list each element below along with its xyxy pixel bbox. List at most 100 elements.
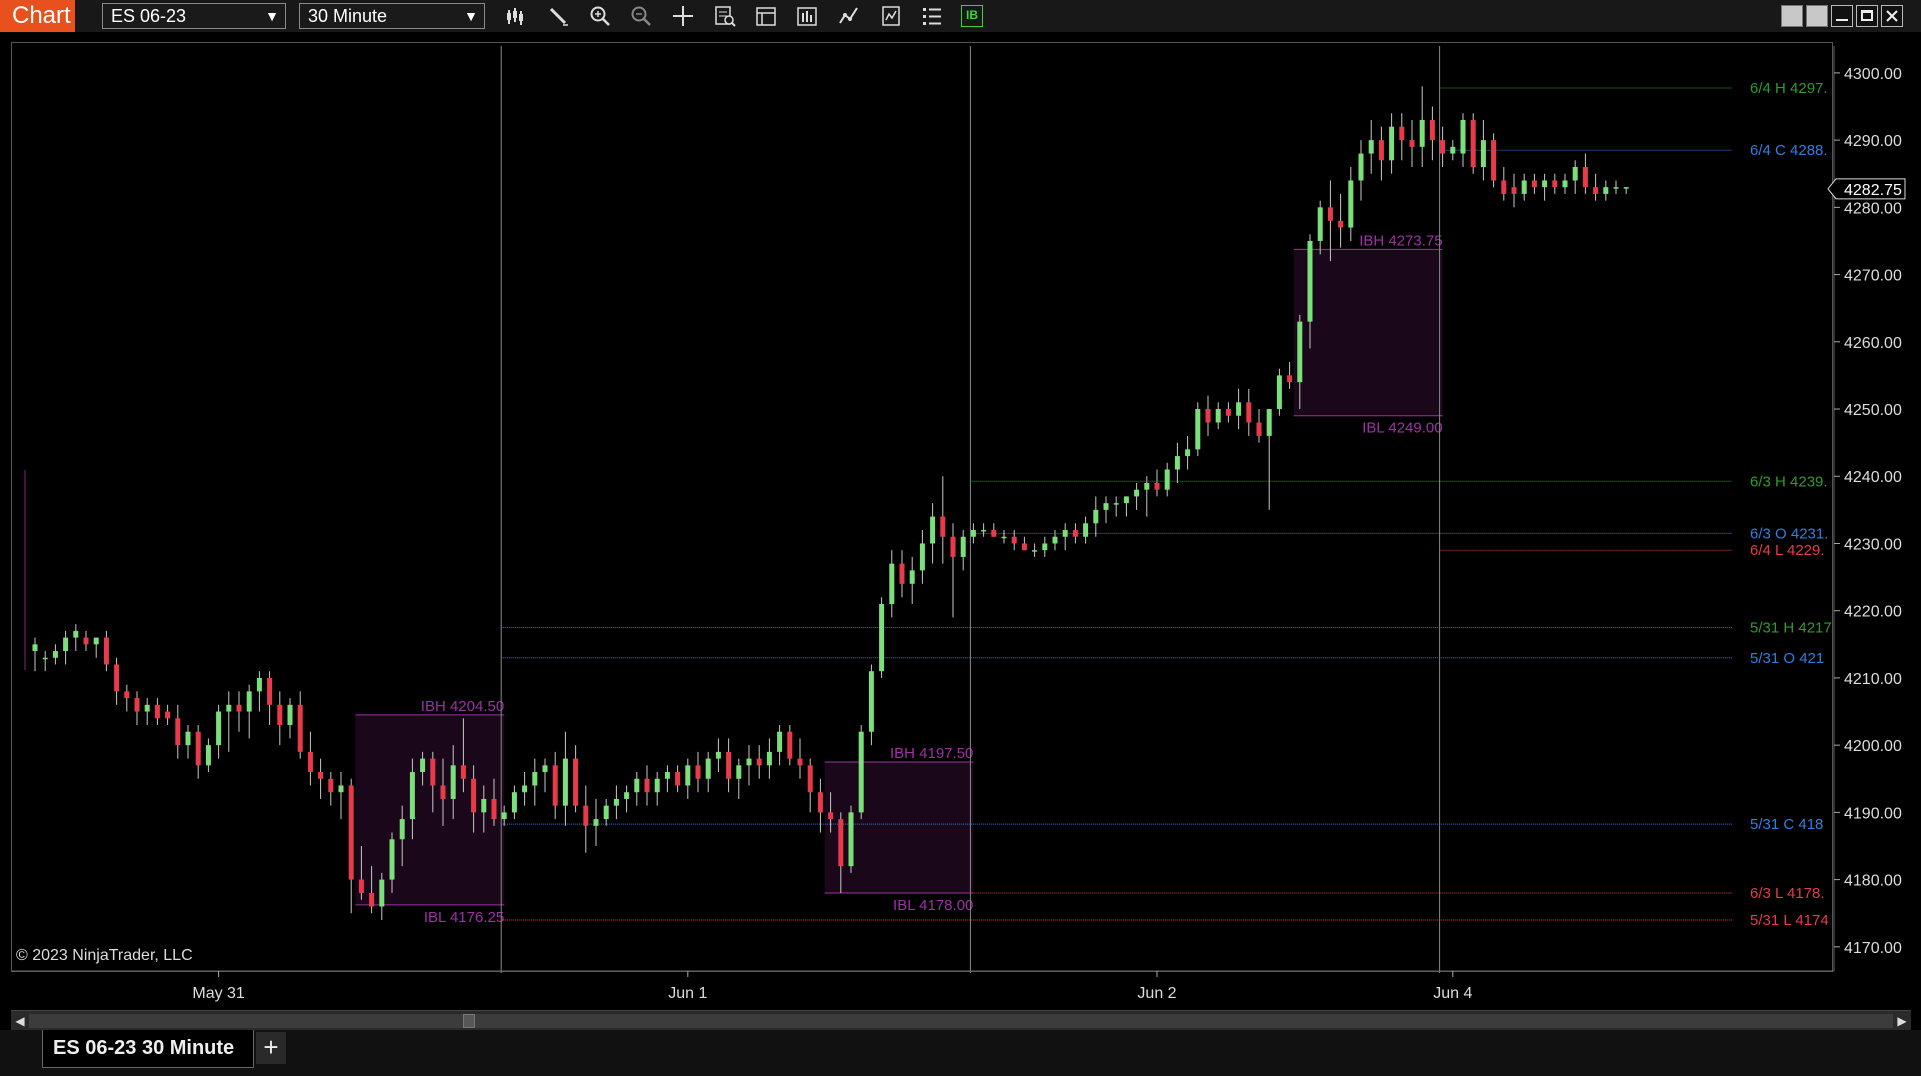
- candle-body: [1572, 167, 1578, 181]
- candle-body: [1470, 119, 1476, 168]
- scroll-left-icon[interactable]: ◀: [11, 1011, 29, 1031]
- candle-body: [195, 731, 201, 766]
- candle-body: [756, 758, 762, 766]
- candle-body: [369, 893, 375, 907]
- candle-body: [1062, 530, 1068, 537]
- y-tick-label: 4290.00: [1844, 133, 1902, 150]
- level-label: 5/31 O 421: [1750, 650, 1824, 667]
- candle-body: [1123, 496, 1129, 504]
- candle-body: [1236, 402, 1242, 416]
- candle-body: [766, 751, 772, 766]
- candle-body: [909, 570, 915, 584]
- horizontal-scrollbar[interactable]: ◀ ▶: [11, 1010, 1911, 1032]
- y-tick-label: 4190.00: [1844, 805, 1902, 822]
- candle-body: [63, 637, 69, 652]
- candle-body: [73, 630, 79, 638]
- candle-body: [603, 805, 609, 820]
- y-tick-label: 4200.00: [1844, 738, 1902, 755]
- candle-body: [695, 765, 701, 779]
- y-tick-label: 4250.00: [1844, 402, 1902, 419]
- scroll-thumb[interactable]: [463, 1014, 475, 1028]
- candle-body: [185, 731, 191, 746]
- level-label: 6/3 O 4231.: [1750, 525, 1828, 542]
- x-tick-label: Jun 4: [1433, 985, 1472, 1002]
- candle-body: [868, 671, 874, 732]
- candle-body: [573, 758, 579, 806]
- candle-body: [817, 792, 823, 813]
- candle-body: [440, 785, 446, 799]
- candle-body: [134, 698, 140, 712]
- ib-low-label: IBL 4249.00: [1362, 420, 1442, 437]
- candle-body: [1276, 375, 1282, 410]
- candle-body: [460, 765, 466, 779]
- candle-body: [1552, 180, 1558, 188]
- candle-body: [154, 704, 160, 719]
- scroll-right-icon[interactable]: ▶: [1893, 1011, 1911, 1031]
- candle-body: [899, 563, 905, 584]
- candle-body: [522, 785, 528, 793]
- candle-body: [52, 651, 58, 658]
- candle-body: [1164, 469, 1170, 490]
- level-label: 6/4 L 4229.: [1750, 542, 1825, 559]
- candle-body: [42, 657, 48, 660]
- candle-body: [501, 812, 507, 820]
- add-tab-button[interactable]: +: [256, 1032, 286, 1064]
- candle-body: [420, 758, 426, 773]
- candle-body: [1593, 187, 1599, 194]
- candle-body: [1195, 409, 1201, 450]
- level-label: 5/31 L 4174: [1750, 912, 1829, 929]
- candle-body: [1378, 140, 1384, 161]
- candle-body: [1042, 543, 1048, 551]
- candle-body: [1083, 523, 1089, 537]
- candle-body: [797, 758, 803, 766]
- candle-body: [1562, 180, 1568, 188]
- candle-body: [746, 758, 752, 766]
- tab-es-06-23-30-minute[interactable]: ES 06-23 30 Minute: [42, 1030, 254, 1068]
- candle-body: [828, 812, 834, 820]
- level-label: 5/31 H 4217: [1750, 620, 1832, 637]
- candle-body: [1480, 140, 1486, 168]
- candle-body: [552, 765, 558, 806]
- level-label: 6/3 H 4239.: [1750, 473, 1828, 490]
- ib-high-label: IBH 4197.50: [890, 745, 973, 762]
- candle-body: [216, 711, 222, 746]
- candle-body: [991, 530, 997, 537]
- ib-high-label: IBH 4204.50: [421, 698, 504, 715]
- y-tick-label: 4170.00: [1844, 940, 1902, 957]
- candle-body: [1429, 119, 1435, 141]
- candle-body: [318, 772, 324, 779]
- ib-low-label: IBL 4176.25: [424, 909, 504, 926]
- candle-body: [1358, 153, 1364, 181]
- candle-body: [1266, 409, 1272, 436]
- candle-body: [981, 530, 987, 532]
- candle-body: [583, 805, 589, 826]
- candle-body: [287, 704, 293, 725]
- candle-body: [1542, 180, 1548, 188]
- candle-body: [1174, 456, 1180, 470]
- candle-body: [1154, 482, 1160, 490]
- candle-body: [613, 798, 619, 806]
- candle-body: [1215, 409, 1221, 423]
- candle-body: [103, 637, 109, 665]
- candle-body: [1093, 509, 1099, 524]
- candle-body: [1491, 140, 1497, 181]
- candle-body: [1521, 180, 1527, 194]
- ib-box: [1293, 249, 1443, 416]
- price-chart[interactable]: IBH 4204.50 IBL 4176.25 IBH 4197.50 IBL 417…: [0, 0, 1921, 1010]
- x-tick-label: May 31: [192, 985, 245, 1002]
- scroll-track[interactable]: [29, 1014, 1893, 1028]
- y-tick-label: 4180.00: [1844, 873, 1902, 890]
- candle-body: [1348, 180, 1354, 228]
- ib-low-label: IBL 4178.00: [893, 897, 973, 914]
- candle-body: [124, 691, 130, 699]
- candle-body: [1032, 550, 1038, 552]
- candle-body: [1001, 536, 1007, 539]
- candle-body: [879, 603, 885, 672]
- candle-body: [1450, 146, 1456, 154]
- candle-body: [1440, 140, 1446, 154]
- candle-body: [787, 731, 793, 759]
- candle-body: [1287, 375, 1293, 383]
- y-tick-label: 4270.00: [1844, 268, 1902, 285]
- candle-body: [1011, 536, 1017, 544]
- candle-body: [1327, 207, 1333, 221]
